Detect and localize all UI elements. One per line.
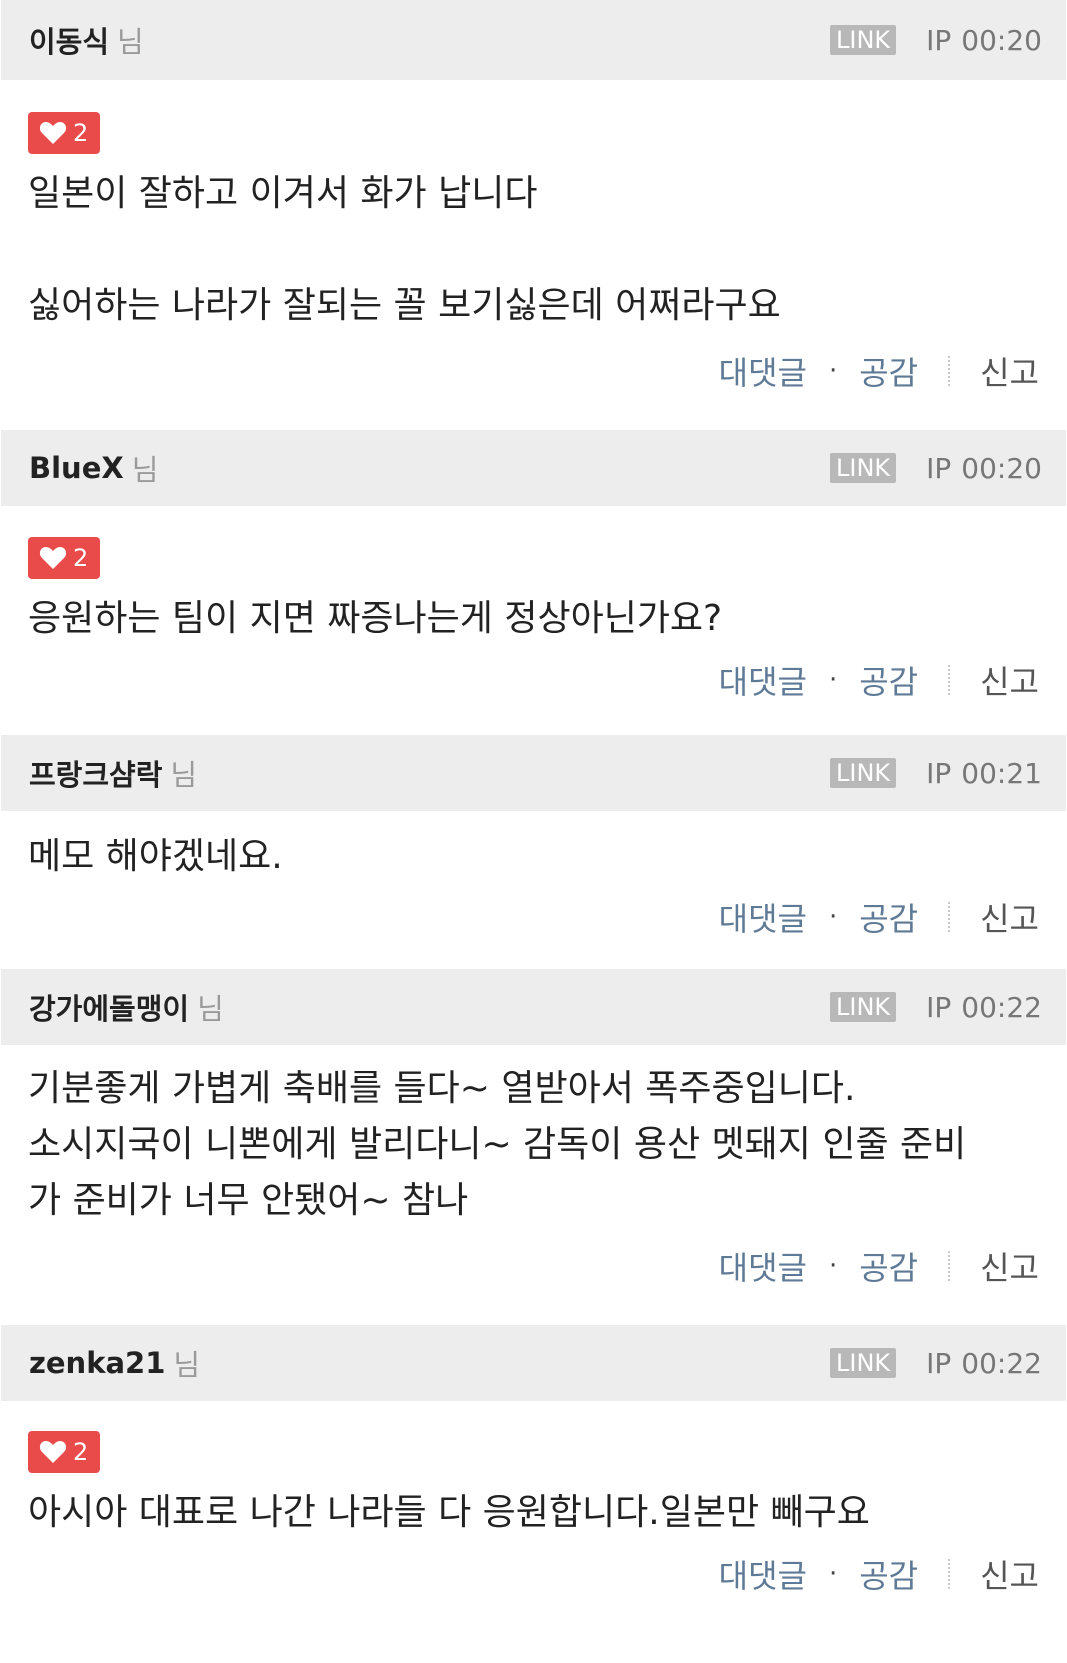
comment-body: 메모 해야겠네요. bbox=[0, 811, 1067, 885]
comment-time: 00:21 bbox=[961, 756, 1042, 790]
comment-body: 2 일본이 잘하고 이겨서 화가 납니다 싫어하는 나라가 잘되는 꼴 보기싫은… bbox=[0, 80, 1067, 334]
link-button[interactable]: LINK bbox=[830, 758, 897, 788]
link-button[interactable]: LINK bbox=[830, 453, 897, 483]
divider bbox=[948, 356, 951, 386]
author-honorific: 님 bbox=[117, 25, 144, 59]
report-button[interactable]: 신고 bbox=[980, 1243, 1039, 1289]
separator-dot: · bbox=[828, 665, 838, 695]
comment-author[interactable]: 강가에돌맹이 님 bbox=[29, 986, 224, 1028]
comment-item: 강가에돌맹이 님 LINK IP 00:22 기분좋게 가볍게 축배를 들다~ … bbox=[0, 969, 1067, 1303]
report-button[interactable]: 신고 bbox=[980, 894, 1039, 940]
ip-label: IP bbox=[926, 451, 952, 485]
like-count: 2 bbox=[73, 544, 89, 572]
reply-button[interactable]: 대댓글 bbox=[719, 1551, 807, 1597]
ip-label: IP bbox=[926, 756, 952, 790]
comment-actions: 대댓글 · 공감 신고 bbox=[0, 1541, 1067, 1607]
comment-actions: 대댓글 · 공감 신고 bbox=[0, 647, 1067, 713]
ip-label: IP bbox=[926, 23, 952, 57]
empathy-button[interactable]: 공감 bbox=[859, 348, 918, 394]
heart-icon bbox=[39, 1441, 67, 1463]
reply-button[interactable]: 대댓글 bbox=[719, 894, 807, 940]
comment-text: 기분좋게 가볍게 축배를 들다~ 열받아서 폭주중입니다. 소시지국이 니뽄에게… bbox=[28, 1068, 967, 1221]
divider bbox=[948, 1251, 951, 1281]
report-button[interactable]: 신고 bbox=[980, 1551, 1039, 1597]
comment-item: 이동식 님 LINK IP 00:20 2 일본이 잘하고 이겨서 화가 납니다… bbox=[0, 0, 1067, 408]
empathy-button[interactable]: 공감 bbox=[859, 657, 918, 703]
author-honorific: 님 bbox=[197, 992, 224, 1026]
comment-body: 기분좋게 가볍게 축배를 들다~ 열받아서 폭주중입니다. 소시지국이 니뽄에게… bbox=[0, 1045, 1067, 1229]
comment-header: zenka21 님 LINK IP 00:22 bbox=[1, 1325, 1066, 1401]
comment-time: 00:20 bbox=[961, 451, 1042, 485]
comment-item: BlueX 님 LINK IP 00:20 2 응원하는 팀이 지면 짜증나는게… bbox=[0, 430, 1067, 713]
comment-header: BlueX 님 LINK IP 00:20 bbox=[1, 430, 1066, 506]
link-button[interactable]: LINK bbox=[830, 992, 897, 1022]
author-honorific: 님 bbox=[173, 1348, 201, 1382]
separator-dot: · bbox=[828, 356, 838, 386]
comment-author[interactable]: 프랑크샴락 님 bbox=[29, 752, 197, 794]
comment-meta: LINK IP 00:21 bbox=[830, 757, 1042, 790]
author-name[interactable]: BlueX bbox=[29, 451, 124, 485]
like-count: 2 bbox=[73, 1438, 89, 1466]
link-button[interactable]: LINK bbox=[830, 1348, 897, 1378]
comment-time: 00:22 bbox=[961, 990, 1042, 1024]
comment-author[interactable]: 이동식 님 bbox=[29, 19, 144, 61]
heart-icon bbox=[39, 122, 67, 144]
comment-header: 강가에돌맹이 님 LINK IP 00:22 bbox=[1, 969, 1066, 1045]
comment-header: 이동식 님 LINK IP 00:20 bbox=[1, 0, 1066, 80]
divider bbox=[948, 1559, 951, 1589]
empathy-button[interactable]: 공감 bbox=[859, 894, 918, 940]
comment-author[interactable]: BlueX 님 bbox=[29, 447, 158, 489]
comment-text: 응원하는 팀이 지면 짜증나는게 정상아닌가요? bbox=[28, 598, 723, 639]
separator-dot: · bbox=[828, 902, 838, 932]
author-name[interactable]: 이동식 bbox=[29, 19, 109, 61]
comment-text: 메모 해야겠네요. bbox=[28, 836, 283, 877]
divider bbox=[948, 902, 951, 932]
ip-label: IP bbox=[926, 990, 952, 1024]
comment-item: zenka21 님 LINK IP 00:22 2 아시아 대표로 나간 나라들… bbox=[0, 1325, 1067, 1607]
author-honorific: 님 bbox=[170, 758, 198, 792]
comment-meta: LINK IP 00:22 bbox=[830, 991, 1042, 1024]
ip-label: IP bbox=[926, 1346, 952, 1380]
like-count-badge: 2 bbox=[28, 1431, 101, 1473]
author-name[interactable]: 강가에돌맹이 bbox=[29, 986, 189, 1028]
comment-header: 프랑크샴락 님 LINK IP 00:21 bbox=[1, 735, 1066, 811]
like-count-badge: 2 bbox=[28, 537, 101, 579]
comment-text: 일본이 잘하고 이겨서 화가 납니다 싫어하는 나라가 잘되는 꼴 보기싫은데 … bbox=[28, 173, 781, 326]
author-name[interactable]: zenka21 bbox=[29, 1346, 165, 1380]
empathy-button[interactable]: 공감 bbox=[859, 1551, 918, 1597]
author-name[interactable]: 프랑크샴락 bbox=[29, 752, 162, 794]
report-button[interactable]: 신고 bbox=[980, 348, 1039, 394]
comment-meta: LINK IP 00:22 bbox=[830, 1347, 1042, 1380]
comment-actions: 대댓글 · 공감 신고 bbox=[0, 1229, 1067, 1303]
comment-time: 00:20 bbox=[961, 23, 1042, 57]
divider bbox=[948, 665, 951, 695]
link-button[interactable]: LINK bbox=[830, 25, 897, 55]
heart-icon bbox=[39, 547, 67, 569]
comment-actions: 대댓글 · 공감 신고 bbox=[0, 334, 1067, 408]
like-count-badge: 2 bbox=[28, 112, 101, 154]
comment-item: 프랑크샴락 님 LINK IP 00:21 메모 해야겠네요. 대댓글 · 공감… bbox=[0, 735, 1067, 949]
separator-dot: · bbox=[828, 1251, 838, 1281]
comment-time: 00:22 bbox=[961, 1346, 1042, 1380]
comment-text: 아시아 대표로 나간 나라들 다 응원합니다.일본만 빼구요 bbox=[28, 1492, 870, 1533]
reply-button[interactable]: 대댓글 bbox=[719, 657, 807, 703]
comment-body: 2 아시아 대표로 나간 나라들 다 응원합니다.일본만 빼구요 bbox=[0, 1401, 1067, 1541]
comment-meta: LINK IP 00:20 bbox=[830, 24, 1042, 57]
author-honorific: 님 bbox=[131, 453, 159, 487]
like-count: 2 bbox=[73, 119, 89, 147]
reply-button[interactable]: 대댓글 bbox=[719, 348, 807, 394]
empathy-button[interactable]: 공감 bbox=[859, 1243, 918, 1289]
comment-meta: LINK IP 00:20 bbox=[830, 452, 1042, 485]
separator-dot: · bbox=[828, 1559, 838, 1589]
reply-button[interactable]: 대댓글 bbox=[719, 1243, 807, 1289]
comment-body: 2 응원하는 팀이 지면 짜증나는게 정상아닌가요? bbox=[0, 506, 1067, 647]
comment-actions: 대댓글 · 공감 신고 bbox=[0, 885, 1067, 949]
report-button[interactable]: 신고 bbox=[980, 657, 1039, 703]
comment-author[interactable]: zenka21 님 bbox=[29, 1342, 200, 1384]
